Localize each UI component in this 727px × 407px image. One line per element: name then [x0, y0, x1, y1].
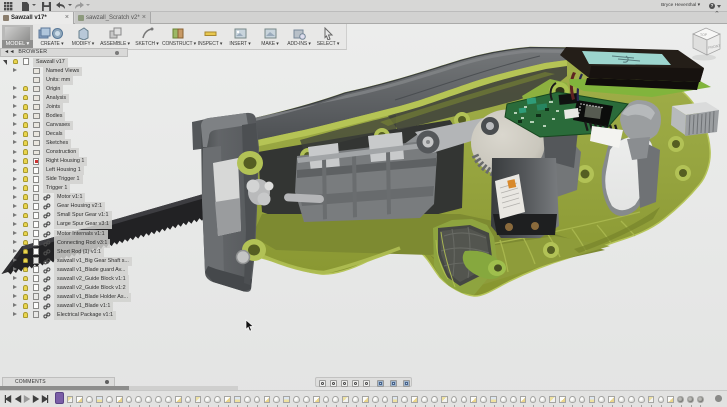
- svg-text:TOP: TOP: [700, 33, 708, 37]
